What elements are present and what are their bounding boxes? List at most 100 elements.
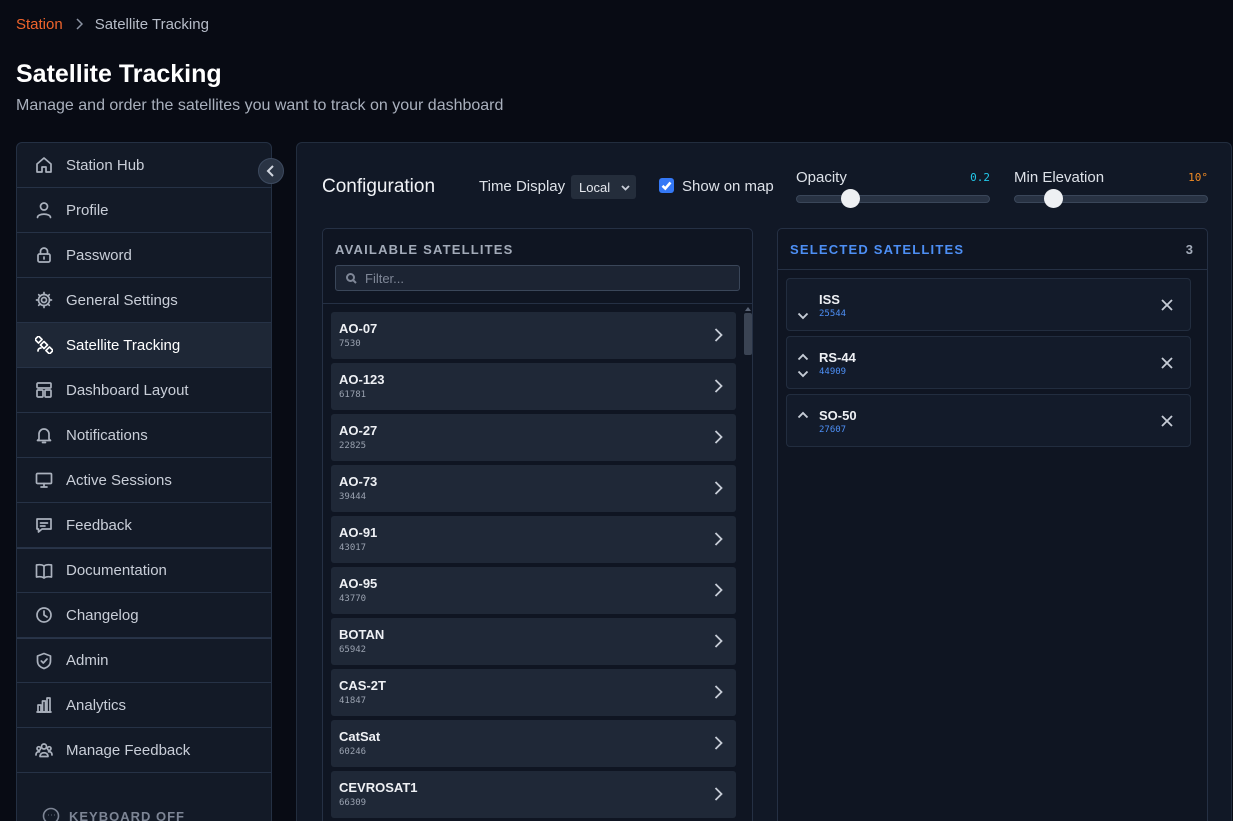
keyboard-label: KEYBOARD OFF: [69, 808, 185, 821]
available-satellite-item[interactable]: BOTAN 65942: [331, 618, 736, 665]
chevron-right-icon[interactable]: [710, 429, 726, 445]
satellite-name: AO-07: [339, 321, 378, 336]
min-elevation-slider-track[interactable]: [1014, 195, 1208, 203]
message-icon: [35, 516, 53, 534]
show-on-map-label: Show on map: [682, 178, 774, 195]
sidebar-item-feedback[interactable]: Feedback: [17, 503, 271, 548]
available-satellite-item[interactable]: AO-123 61781: [331, 363, 736, 410]
sidebar-item-label: General Settings: [66, 291, 178, 309]
sidebar-item-analytics[interactable]: Analytics: [17, 683, 271, 728]
gear-icon: [35, 291, 53, 309]
opacity-slider-group: Opacity 0.2: [796, 169, 990, 208]
min-elevation-slider-group: Min Elevation 10°: [1014, 169, 1208, 208]
configuration-title: Configuration: [322, 176, 436, 197]
sidebar-item-profile[interactable]: Profile: [17, 188, 271, 233]
opacity-label: Opacity: [796, 169, 847, 186]
filter-input[interactable]: Filter...: [335, 265, 740, 291]
chevron-right-icon: [75, 17, 83, 33]
chevron-right-icon[interactable]: [710, 582, 726, 598]
chevron-right-icon[interactable]: [710, 735, 726, 751]
satellite-norad-id: 7530: [339, 339, 361, 349]
sidebar-item-documentation[interactable]: Documentation: [17, 548, 271, 593]
book-icon: [35, 562, 53, 580]
scroll-up-arrow-icon[interactable]: [745, 307, 751, 311]
time-display-label: Time Display: [479, 178, 566, 195]
chevron-left-icon: [266, 165, 274, 177]
chevron-right-icon[interactable]: [710, 786, 726, 802]
opacity-value: 0.2: [970, 171, 990, 184]
time-display-value: Local: [579, 179, 611, 195]
satellite-norad-id: 60246: [339, 747, 367, 757]
chevron-right-icon[interactable]: [710, 531, 726, 547]
opacity-slider-thumb[interactable]: [841, 189, 860, 208]
breadcrumb-current: Satellite Tracking: [94, 16, 209, 33]
sidebar-item-active-sessions[interactable]: Active Sessions: [17, 458, 271, 503]
users-icon: [35, 741, 53, 759]
breadcrumb-root-link[interactable]: Station: [16, 16, 63, 33]
sidebar-item-label: Password: [66, 246, 132, 264]
sidebar-item-satellite-tracking[interactable]: Satellite Tracking: [17, 323, 271, 368]
sidebar-item-station-hub[interactable]: Station Hub: [17, 143, 271, 188]
chevron-right-icon[interactable]: [710, 633, 726, 649]
satellite-name: CatSat: [339, 729, 381, 744]
page-subtitle: Manage and order the satellites you want…: [16, 97, 504, 114]
selected-count-badge: 3: [1185, 242, 1193, 257]
sidebar-item-password[interactable]: Password: [17, 233, 271, 278]
sidebar-item-manage-feedback[interactable]: Manage Feedback: [17, 728, 271, 773]
available-satellite-item[interactable]: AO-27 22825: [331, 414, 736, 461]
scrollbar[interactable]: [744, 307, 752, 821]
selected-satellite-item: ISS 25544: [786, 278, 1191, 331]
min-elevation-slider-thumb[interactable]: [1044, 189, 1064, 208]
move-up-chevron-icon[interactable]: [797, 349, 809, 361]
chevron-right-icon[interactable]: [710, 684, 726, 700]
available-satellite-item[interactable]: AO-73 39444: [331, 465, 736, 512]
opacity-slider-track[interactable]: [796, 195, 990, 203]
selected-satellites-list: ISS 25544 RS-44 44909 SO-50 27607: [786, 278, 1191, 452]
selected-satellites-panel: SELECTED SATELLITES 3 ISS 25544 RS-44 44909…: [777, 228, 1208, 821]
sidebar-item-notifications[interactable]: Notifications: [17, 413, 271, 458]
time-display-select[interactable]: Local: [571, 175, 636, 199]
check-icon: [661, 181, 672, 191]
configuration-panel: Configuration Time Display Local Show on…: [296, 142, 1232, 821]
chevron-right-icon[interactable]: [710, 378, 726, 394]
divider: [778, 269, 1207, 270]
satellite-norad-id: 61781: [339, 390, 367, 400]
available-satellite-item[interactable]: AO-95 43770: [331, 567, 736, 614]
satellite-name: BOTAN: [339, 627, 385, 642]
chevron-down-icon: [621, 185, 630, 191]
remove-close-icon[interactable]: [1160, 298, 1174, 312]
available-satellites-list: AO-07 7530 AO-123 61781 AO-27 22825 AO-73 39444…: [331, 312, 736, 821]
move-up-chevron-icon[interactable]: [797, 407, 809, 419]
sidebar-item-admin[interactable]: Admin: [17, 638, 271, 683]
chevron-right-icon[interactable]: [710, 327, 726, 343]
lock-icon: [35, 246, 53, 264]
available-satellite-item[interactable]: AO-91 43017: [331, 516, 736, 563]
satellite-name: AO-91: [339, 525, 378, 540]
collapse-sidebar-button[interactable]: [258, 158, 284, 184]
satellite-norad-id: 25544: [819, 309, 847, 319]
keyboard-toggle[interactable]: KEYBOARD OFF: [42, 807, 185, 821]
available-satellites-header: AVAILABLE SATELLITES: [335, 242, 514, 257]
available-satellite-item[interactable]: CAS-2T 41847: [331, 669, 736, 716]
breadcrumb: Station Satellite Tracking: [16, 16, 209, 33]
show-on-map-checkbox[interactable]: [659, 178, 674, 193]
sidebar-item-label: Analytics: [66, 696, 127, 714]
sidebar-item-general-settings[interactable]: General Settings: [17, 278, 271, 323]
scroll-thumb[interactable]: [744, 313, 752, 355]
available-satellite-item[interactable]: CEVROSAT1 66309: [331, 771, 736, 818]
sidebar-item-changelog[interactable]: Changelog: [17, 593, 271, 638]
sidebar-item-dashboard-layout[interactable]: Dashboard Layout: [17, 368, 271, 413]
home-icon: [35, 156, 53, 174]
satellite-name: AO-123: [339, 372, 385, 387]
satellite-norad-id: 44909: [819, 367, 847, 377]
available-satellite-item[interactable]: CatSat 60246: [331, 720, 736, 767]
shield-icon: [35, 652, 53, 670]
sidebar-item-label: Notifications: [66, 426, 148, 444]
remove-close-icon[interactable]: [1160, 414, 1174, 428]
move-down-chevron-icon[interactable]: [797, 366, 809, 378]
chevron-right-icon[interactable]: [710, 480, 726, 496]
move-down-chevron-icon[interactable]: [797, 308, 809, 320]
remove-close-icon[interactable]: [1160, 356, 1174, 370]
available-satellite-item[interactable]: AO-07 7530: [331, 312, 736, 359]
sidebar-item-label: Station Hub: [66, 156, 145, 174]
